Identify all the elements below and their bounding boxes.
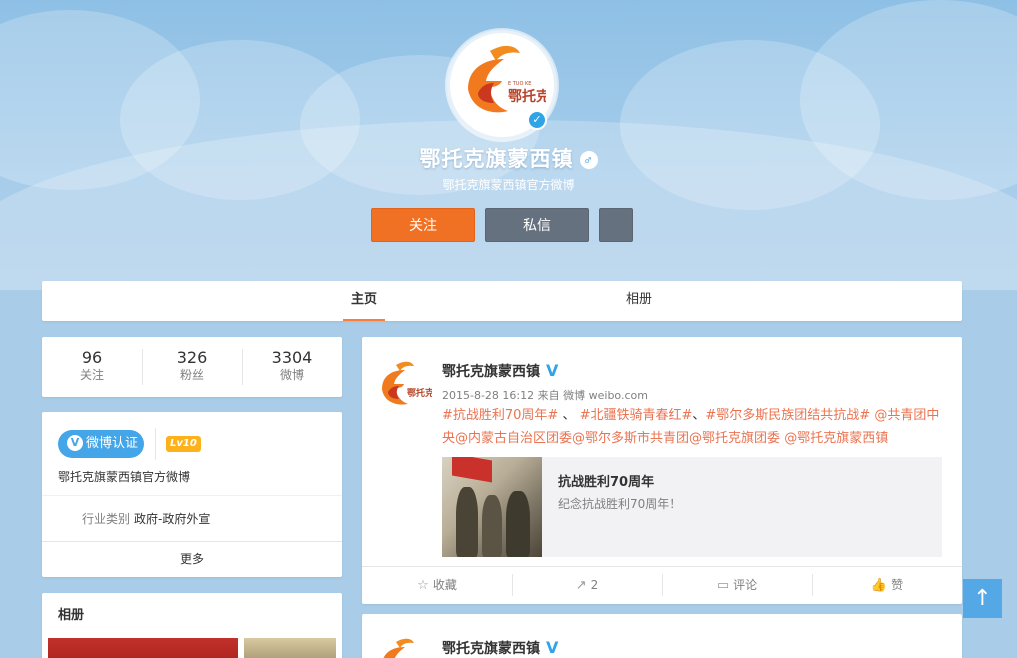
stat-label: 关注 [79, 368, 104, 382]
industry-row: 行业类别 政府-政府外宣 [82, 510, 210, 527]
svg-text:E TUO KE: E TUO KE [508, 81, 531, 87]
profile-name-row: 鄂托克旗蒙西镇 ♂ [0, 143, 1017, 173]
stat-following[interactable]: 96 关注 [42, 349, 142, 383]
album-card: 相册 [42, 593, 342, 658]
album-thumbnail[interactable] [48, 638, 238, 658]
info-card: V 微博认证 Lv10 鄂托克旗蒙西镇官方微博 行业类别 政府-政府外宣 更多 [42, 412, 342, 577]
action-label: 赞 [891, 578, 904, 592]
feed-avatar-logo-icon[interactable] [376, 634, 432, 658]
male-gender-icon: ♂ [579, 151, 598, 169]
feed-post: 鄂托克旗蒙西镇 V [362, 614, 962, 658]
shared-link-card[interactable]: 抗战胜利70周年 纪念抗战胜利70周年！ [442, 457, 942, 557]
separator: 、 [558, 408, 580, 423]
message-button[interactable]: 私信 [485, 208, 589, 242]
album-thumbnail[interactable] [244, 638, 336, 658]
tab-home[interactable]: 主页 [343, 281, 385, 321]
feed-source-prefix: 来自 [537, 389, 560, 402]
tab-album[interactable]: 相册 [626, 281, 656, 321]
more-link[interactable]: 更多 [42, 550, 342, 567]
favorite-button[interactable]: ☆ 收藏 [362, 567, 512, 604]
feed-username[interactable]: 鄂托克旗蒙西镇 [442, 364, 540, 380]
hashtag-link[interactable]: #鄂尔多斯民族团结共抗战# [705, 408, 870, 423]
album-title: 相册 [58, 608, 85, 623]
feed-username[interactable]: 鄂托克旗蒙西镇 [442, 641, 540, 657]
feed-source[interactable]: 微博 weibo.com [563, 389, 648, 402]
mention-link[interactable]: @鄂托克旗团委 [689, 431, 780, 446]
feed-avatar-logo-icon[interactable]: 鄂托克 [376, 357, 432, 413]
card-thumbnail [442, 457, 542, 557]
industry-value: 政府-政府外宣 [134, 512, 211, 526]
svg-text:鄂托克: 鄂托克 [508, 88, 546, 105]
feed-time[interactable]: 2015-8-28 16:12 [442, 389, 534, 402]
action-label: 评论 [733, 578, 758, 592]
hashtag-link[interactable]: #抗战胜利70周年# [442, 408, 558, 423]
stat-followers[interactable]: 326 粉丝 [142, 349, 242, 383]
profile-name: 鄂托克旗蒙西镇 [419, 148, 574, 171]
follow-button[interactable]: 关注 [371, 208, 475, 242]
feed-text: #抗战胜利70周年# 、 #北疆铁骑青春红#、#鄂尔多斯民族团结共抗战# @共青… [442, 404, 942, 450]
feed-username-row: 鄂托克旗蒙西镇 V [442, 638, 560, 658]
industry-key: 行业类别 [82, 512, 131, 526]
feed-username-row: 鄂托克旗蒙西镇 V [442, 361, 560, 381]
feed-meta: 2015-8-28 16:12 来自 微博 weibo.com [442, 387, 648, 403]
stat-label: 粉丝 [179, 368, 204, 382]
verified-badge-icon: ✓ [527, 110, 547, 130]
verified-v-icon: V [546, 638, 559, 657]
share-icon: ↗ [575, 578, 587, 593]
card-subtitle: 纪念抗战胜利70周年！ [558, 497, 682, 511]
verified-v-icon: V [546, 361, 559, 380]
stats-card: 96 关注 326 粉丝 3304 微博 [42, 337, 342, 397]
thumbs-up-icon: 👍 [870, 578, 888, 593]
comment-icon: ▭ [716, 578, 730, 593]
divider [155, 428, 156, 460]
cert-label: 微博认证 [86, 436, 139, 451]
more-options-button[interactable] [599, 208, 633, 242]
mention-link[interactable]: @鄂尔多斯市共青团 [572, 431, 689, 446]
divider [42, 541, 342, 542]
mention-link[interactable]: @内蒙古自治区团委 [455, 431, 572, 446]
card-title: 抗战胜利70周年 [558, 475, 655, 490]
mention-link[interactable]: @鄂托克旗蒙西镇 [784, 431, 888, 446]
level-badge[interactable]: Lv10 [166, 436, 201, 452]
action-label: 2 [590, 578, 599, 592]
feed-post: 鄂托克 鄂托克旗蒙西镇 V 2015-8-28 16:12 来自 微博 weibo… [362, 337, 962, 604]
stat-posts[interactable]: 3304 微博 [242, 349, 342, 383]
comment-button[interactable]: ▭ 评论 [662, 567, 812, 604]
hashtag-link[interactable]: #北疆铁骑青春红# [580, 408, 693, 423]
separator: 、 [692, 408, 706, 423]
stat-label: 微博 [279, 368, 304, 382]
profile-description: 鄂托克旗蒙西镇官方微博 [442, 178, 575, 192]
repost-button[interactable]: ↗ 2 [512, 567, 662, 604]
verified-v-icon: V [67, 435, 83, 451]
svg-text:鄂托克: 鄂托克 [407, 387, 432, 399]
arrow-up-icon: ↑ [973, 586, 992, 611]
info-description: 鄂托克旗蒙西镇官方微博 [58, 470, 191, 484]
back-to-top-button[interactable]: ↑ [963, 579, 1002, 618]
star-icon: ☆ [417, 578, 429, 593]
like-button[interactable]: 👍 赞 [812, 567, 962, 604]
stat-value: 96 [81, 348, 103, 367]
action-label: 收藏 [432, 578, 457, 592]
profile-tabs: 主页 相册 [42, 281, 962, 321]
weibo-certification-badge[interactable]: V 微博认证 [58, 430, 144, 458]
stat-value: 3304 [271, 348, 313, 367]
divider [42, 495, 342, 496]
stat-value: 326 [176, 348, 208, 367]
